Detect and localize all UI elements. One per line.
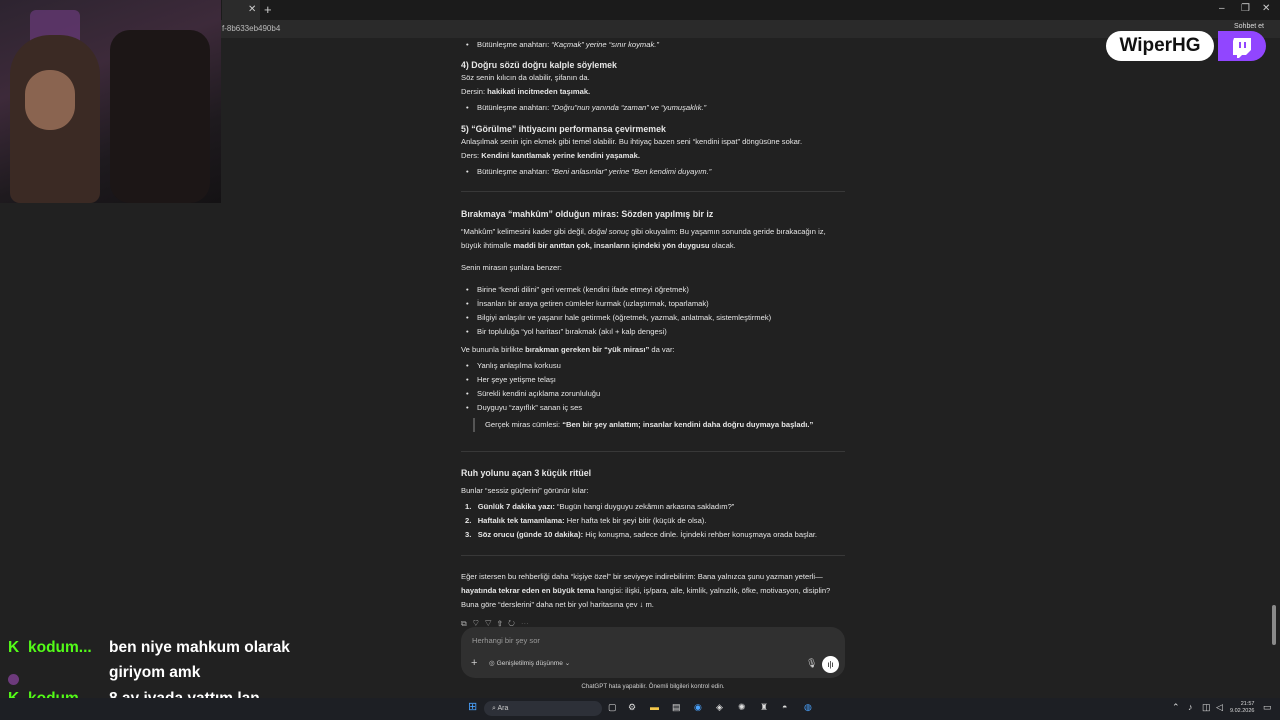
microphone-icon[interactable]: 🎙 xyxy=(806,658,817,669)
volume-icon[interactable]: ◁ xyxy=(1216,702,1223,713)
chat-avatar xyxy=(8,674,19,685)
paragraph: Bunlar “sessiz güçlerini” görünür kılar: xyxy=(461,486,589,495)
url-text[interactable]: f-8b633eb490b4 xyxy=(222,24,280,33)
notification-icon[interactable]: ▭ xyxy=(1263,702,1272,713)
paragraph: büyük ihtimalle maddi bir anıttan çok, i… xyxy=(461,241,736,250)
chat-text: giriyom amk xyxy=(109,664,201,681)
list-item: Yanlış anlaşılma korkusu xyxy=(466,359,561,373)
paragraph: Anlaşılmak senin için ekmek gibi temel o… xyxy=(461,137,803,146)
network-icon[interactable]: ◫ xyxy=(1202,702,1211,713)
list-item: Bir topluluğa “yol haritası” bırakmak (a… xyxy=(466,325,667,339)
settings-icon[interactable]: ⚙ xyxy=(628,702,636,713)
edge-icon[interactable]: ◉ xyxy=(694,702,702,713)
paragraph: Söz senin kılıcın da olabilir, şifanın d… xyxy=(461,73,590,82)
browser-icon[interactable]: ◍ xyxy=(804,702,812,713)
new-tab-button[interactable]: + xyxy=(264,2,272,17)
search-icon: ⌕ xyxy=(492,705,496,712)
kick-icon: K xyxy=(8,639,20,656)
paragraph: Eğer istersen bu rehberliği daha “kişiye… xyxy=(461,572,823,581)
twitch-icon xyxy=(1218,31,1266,61)
list-item: Birine “kendi dilini” geri vermek (kendi… xyxy=(466,283,689,297)
list-item: Bütünleşme anahtarı: “Kaçmak” yerine “sı… xyxy=(466,38,659,52)
list-item: Duyguyu “zayıflık” sanan iç ses xyxy=(466,401,582,415)
tab-close-icon[interactable]: ✕ xyxy=(248,4,256,15)
add-attachment-icon[interactable]: + xyxy=(471,657,477,669)
webcam-overlay xyxy=(0,0,221,203)
list-item: Bütünleşme anahtarı: “Doğru”nun yanında … xyxy=(466,101,706,115)
paragraph: Buna göre “derslerini” daha net bir yol … xyxy=(461,600,654,609)
chat-message: Kkodum... ben niye mahkum olarak xyxy=(8,639,290,657)
prompt-composer[interactable]: Herhangi bir şey sor + ◎ Genişletilmiş d… xyxy=(461,627,845,678)
paragraph: Senin mirasın şunlara benzer: xyxy=(461,263,562,272)
voice-mode-icon[interactable]: ı|ı xyxy=(822,656,839,673)
blockquote: Gerçek miras cümlesi: “Ben bir şey anlat… xyxy=(473,418,813,432)
steam-icon[interactable]: ◓ xyxy=(782,702,787,712)
paragraph: Dersin: hakikati incitmeden taşımak. xyxy=(461,87,591,96)
list-item: Her şeye yetişme telaşı xyxy=(466,373,556,387)
mic-tray-icon[interactable]: ♪ xyxy=(1188,702,1193,712)
chat-username: kodum... xyxy=(28,639,92,656)
browser-tab[interactable]: ✕ xyxy=(222,0,260,20)
file-explorer-icon[interactable]: ▬ xyxy=(650,702,659,712)
taskbar-search[interactable]: ⌕ Ara xyxy=(484,701,602,716)
divider xyxy=(461,451,845,452)
extended-thinking-toggle[interactable]: ◎ Genişletilmiş düşünme ⌄ xyxy=(489,659,570,667)
list-item: İnsanları bir araya getiren cümleler kur… xyxy=(466,297,709,311)
scrollbar[interactable] xyxy=(1272,605,1276,645)
list-item: Bütünleşme anahtarı: “Beni anlasınlar” y… xyxy=(466,165,711,179)
list-item: Bilgiyi anlaşılır ve yaşanır hale getirm… xyxy=(466,311,771,325)
paragraph: Ders: Kendini kanıtlamak yerine kendini … xyxy=(461,151,640,160)
windows-start-icon[interactable]: ⊞ xyxy=(468,700,477,713)
chat-button[interactable]: Sohbet et xyxy=(1234,23,1264,30)
tray-chevron-icon[interactable]: ⌃ xyxy=(1172,702,1180,713)
list-item: 3. Söz orucu (günde 10 dakika): Hiç konu… xyxy=(465,530,818,539)
prompt-input[interactable]: Herhangi bir şey sor xyxy=(472,636,540,645)
minimize-button[interactable]: – xyxy=(1219,3,1225,14)
app-icon[interactable]: ▤ xyxy=(672,702,681,713)
section-heading: Ruh yolunu açan 3 küçük ritüel xyxy=(461,468,592,478)
disclaimer: ChatGPT hata yapabilir. Önemli bilgileri… xyxy=(581,683,725,690)
section-heading: 4) Doğru sözü doğru kalple söylemek xyxy=(461,60,617,70)
list-item: 2. Haftalık tek tamamlama: Her hafta tek… xyxy=(465,516,707,525)
list-item: Sürekli kendini açıklama zorunluluğu xyxy=(466,387,600,401)
paragraph: “Mahkûm” kelimesini kader gibi değil, do… xyxy=(461,227,826,236)
system-clock[interactable]: 21:57 9.02.2026 xyxy=(1230,701,1254,715)
app-icon[interactable]: ♜ xyxy=(760,702,768,713)
task-view-icon[interactable]: ▢ xyxy=(608,702,617,713)
close-window-button[interactable]: ✕ xyxy=(1262,3,1270,14)
app-icon[interactable]: ✺ xyxy=(738,702,746,713)
section-heading: 5) “Görülme” ihtiyacını performansa çevi… xyxy=(461,124,666,134)
streamer-logo: WiperHG xyxy=(1106,31,1266,61)
streamer-name: WiperHG xyxy=(1106,31,1214,61)
chat-text: ben niye mahkum olarak xyxy=(109,639,290,656)
taskbar: ⊞ ⌕ Ara ▢ ⚙ ▬ ▤ ◉ ◈ ✺ ♜ ◓ ◍ ⌃ ♪ ◫ ◁ 21:5… xyxy=(0,698,1280,720)
list-item: 1. Günlük 7 dakika yazı: “Bugün hangi du… xyxy=(465,502,735,511)
divider xyxy=(461,191,845,192)
paragraph: hayatında tekrar eden en büyük tema hang… xyxy=(461,586,831,595)
maximize-button[interactable]: ❐ xyxy=(1241,3,1250,14)
section-heading: Bırakmaya “mahkûm” olduğun miras: Sözden… xyxy=(461,209,714,219)
divider xyxy=(461,555,845,556)
paragraph: Ve bununla birlikte bırakman gereken bir… xyxy=(461,345,675,354)
app-icon[interactable]: ◈ xyxy=(716,702,723,713)
